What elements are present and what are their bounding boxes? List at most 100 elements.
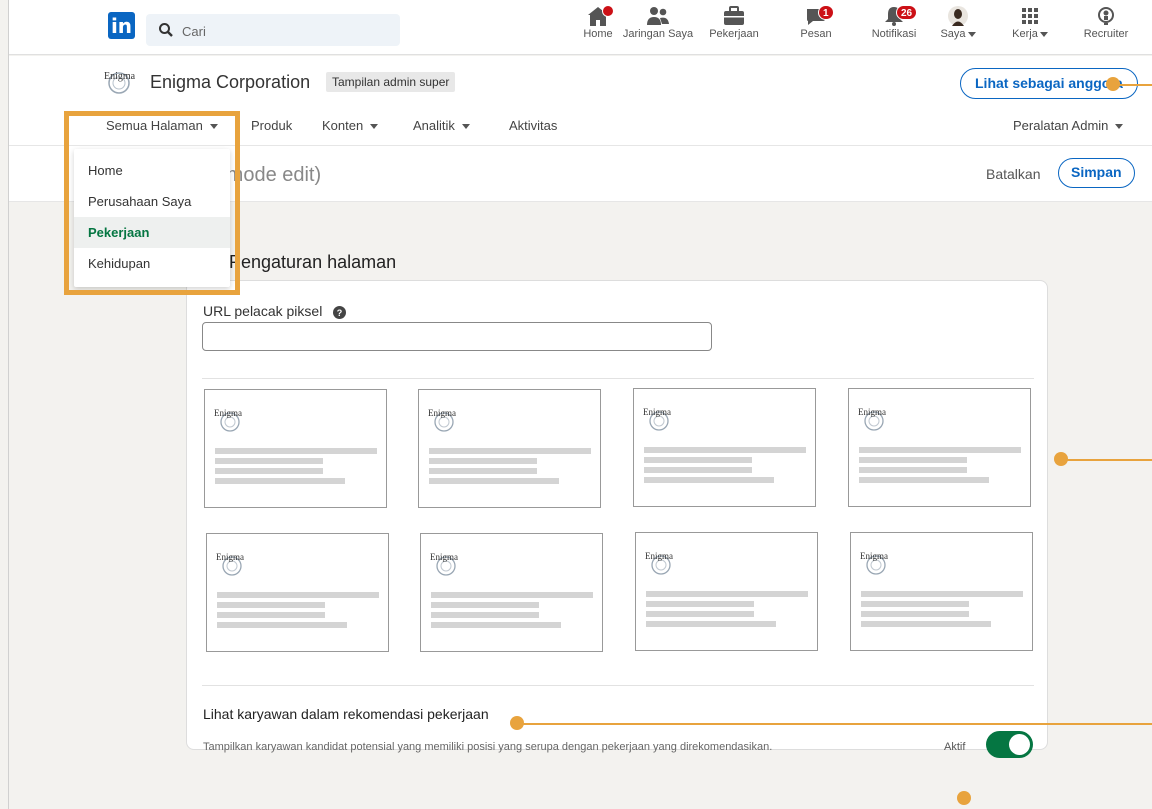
help-icon[interactable]: ?	[333, 306, 346, 319]
placeholder-text-bar	[217, 602, 325, 608]
callout-dot	[510, 716, 524, 730]
page-template-thumbnail[interactable]: Enigma	[420, 533, 603, 652]
toggle-label: Aktif	[944, 741, 966, 753]
subnav-products[interactable]: Produk	[251, 118, 292, 133]
page-template-thumbnail[interactable]: Enigma	[635, 532, 818, 651]
page-settings-card: URL pelacak piksel ? Enigma Enigma Enigma E…	[186, 280, 1048, 758]
placeholder-text-bar	[217, 592, 379, 598]
search-bar[interactable]: Cari	[146, 14, 400, 46]
callout-dot	[1054, 452, 1068, 466]
template-logo: Enigma	[428, 408, 456, 432]
placeholder-text-bar	[861, 591, 1023, 597]
template-logo-text: Enigma	[430, 552, 458, 562]
nav-messages-label: Pesan	[800, 28, 832, 40]
placeholder-text-bar	[861, 621, 991, 627]
template-logo-text: Enigma	[860, 551, 888, 561]
frame-border	[8, 0, 9, 809]
save-button[interactable]: Simpan	[1058, 158, 1135, 188]
employee-recommendation-desc: Tampilkan karyawan kandidat potensial ya…	[203, 741, 773, 753]
callout-dot	[1106, 77, 1120, 91]
placeholder-text-bar	[215, 458, 323, 464]
nav-messages[interactable]: Pesan 1	[794, 3, 838, 51]
linkedin-logo[interactable]: in	[108, 12, 135, 39]
template-logo-text: Enigma	[428, 408, 456, 418]
page-template-thumbnail[interactable]: Enigma	[850, 532, 1033, 651]
placeholder-text-bar	[431, 622, 561, 628]
page-template-thumbnail[interactable]: Enigma	[206, 533, 389, 652]
placeholder-text-bar	[859, 457, 967, 463]
callout-line	[520, 723, 1152, 725]
nav-me[interactable]: Saya	[936, 3, 980, 51]
template-logo: Enigma	[430, 552, 458, 576]
divider	[202, 685, 1034, 686]
admin-tools-menu[interactable]: Peralatan Admin	[1013, 118, 1124, 133]
subnav-analytics[interactable]: Analitik	[413, 118, 470, 133]
divider	[202, 378, 1034, 379]
company-logo: Enigma	[104, 71, 136, 94]
grid-icon	[1022, 8, 1038, 24]
nav-work[interactable]: Kerja	[1008, 3, 1052, 51]
page-template-thumbnail[interactable]: Enigma	[204, 389, 387, 508]
cancel-button[interactable]: Batalkan	[986, 166, 1040, 182]
nav-home[interactable]: Home	[576, 3, 620, 51]
pixel-tracker-label: URL pelacak piksel	[203, 303, 323, 319]
placeholder-text-bar	[431, 602, 539, 608]
company-header: Enigma Enigma Corporation Tampilan admin…	[8, 56, 1152, 104]
company-name: Enigma Corporation	[150, 72, 311, 92]
pixel-tracker-input[interactable]	[202, 322, 712, 351]
placeholder-text-bar	[431, 592, 593, 598]
subnav-content[interactable]: Konten	[322, 118, 379, 133]
company-logo-text: Enigma	[104, 71, 136, 82]
top-navigation: in Cari Home Jaringan Saya Pekerjaan Pes…	[8, 0, 1152, 55]
placeholder-text-bar	[429, 468, 537, 474]
placeholder-text-bar	[429, 478, 559, 484]
callout-line	[1116, 84, 1152, 86]
page-template-thumbnail[interactable]: Enigma	[633, 388, 816, 507]
briefcase-icon	[724, 6, 744, 25]
nav-network[interactable]: Jaringan Saya	[620, 3, 696, 51]
placeholder-text-bar	[217, 622, 347, 628]
placeholder-text-bar	[429, 448, 591, 454]
messages-badge: 1	[818, 5, 834, 20]
placeholder-text-bar	[644, 447, 806, 453]
chevron-down-icon	[370, 124, 379, 130]
nav-jobs[interactable]: Pekerjaan	[704, 3, 764, 51]
placeholder-text-bar	[644, 477, 774, 483]
nav-jobs-label: Pekerjaan	[709, 28, 759, 40]
network-icon	[647, 7, 669, 25]
placeholder-text-bar	[859, 467, 967, 473]
nav-notifications[interactable]: Notifikasi 26	[866, 3, 922, 51]
nav-recruiter-label: Recruiter	[1083, 28, 1129, 40]
placeholder-text-bar	[215, 478, 345, 484]
template-logo-text: Enigma	[214, 408, 242, 418]
chevron-down-icon	[1039, 31, 1048, 37]
toggle-knob	[1009, 734, 1030, 755]
employee-recommendation-toggle[interactable]	[986, 731, 1033, 758]
section-title: Pengaturan halaman	[229, 252, 397, 272]
page-template-thumbnail[interactable]: Enigma	[848, 388, 1031, 507]
placeholder-text-bar	[215, 448, 377, 454]
avatar	[948, 6, 968, 26]
notifications-badge: 26	[896, 5, 918, 20]
svg-text:?: ?	[337, 308, 343, 318]
callout-dot	[957, 791, 971, 805]
nav-recruiter[interactable]: Recruiter	[1076, 3, 1136, 51]
placeholder-text-bar	[646, 611, 754, 617]
page-template-thumbnail[interactable]: Enigma	[418, 389, 601, 508]
template-logo: Enigma	[643, 407, 671, 431]
template-logo-text: Enigma	[858, 407, 886, 417]
template-logo-text: Enigma	[645, 551, 673, 561]
template-logo: Enigma	[860, 551, 888, 575]
recruiter-icon	[1098, 7, 1114, 25]
nav-network-label: Jaringan Saya	[622, 28, 694, 40]
placeholder-text-bar	[646, 591, 808, 597]
placeholder-text-bar	[859, 477, 989, 483]
nav-notifications-label: Notifikasi	[871, 28, 917, 40]
template-logo-text: Enigma	[643, 407, 671, 417]
template-logo-text: Enigma	[216, 552, 244, 562]
placeholder-text-bar	[217, 612, 325, 618]
template-logo: Enigma	[645, 551, 673, 575]
subnav-activity[interactable]: Aktivitas	[509, 118, 557, 133]
chevron-down-icon	[1115, 124, 1124, 130]
employee-recommendation-title: Lihat karyawan dalam rekomendasi pekerja…	[203, 706, 489, 722]
